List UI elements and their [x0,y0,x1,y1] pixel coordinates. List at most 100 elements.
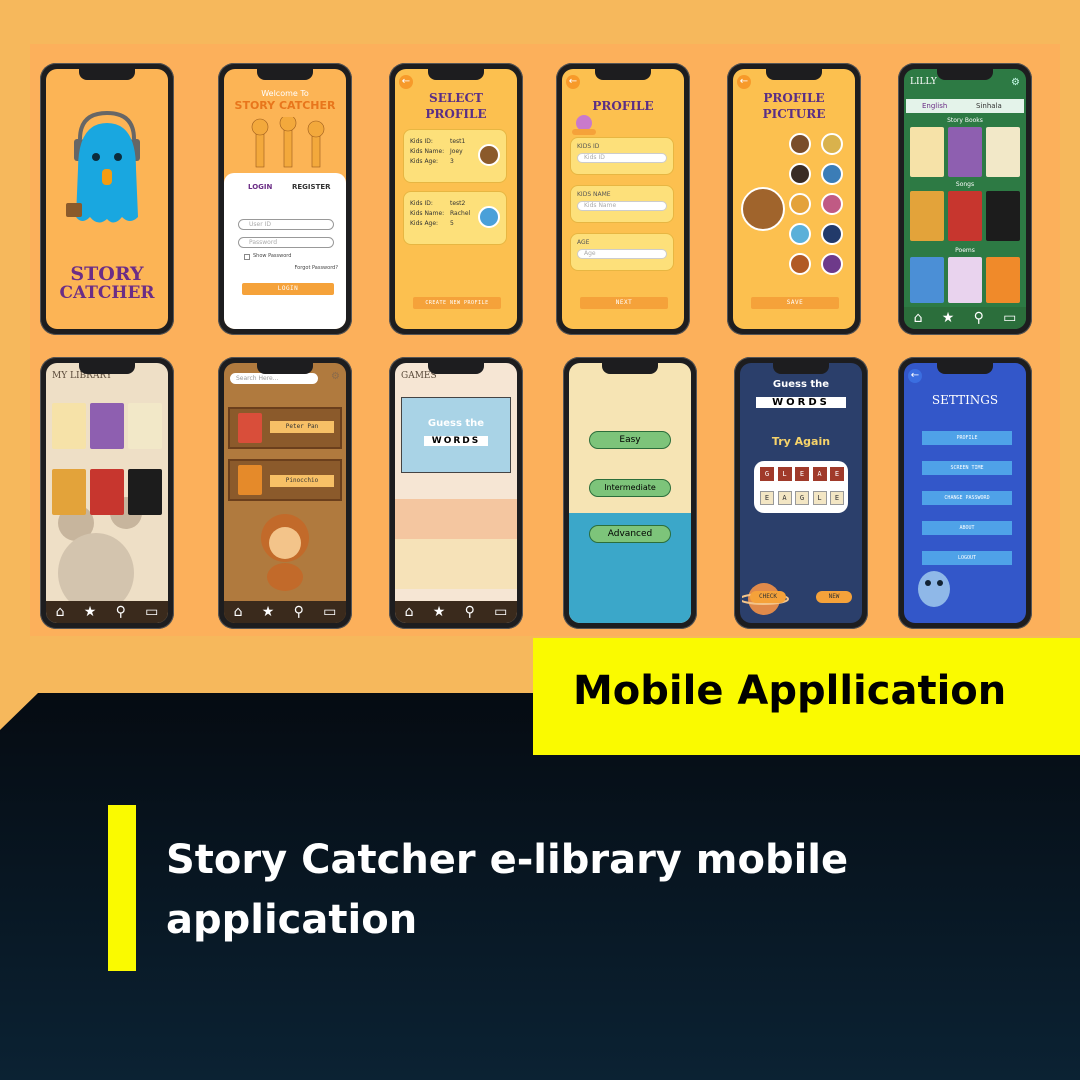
home-icon[interactable]: ⌂ [914,310,923,326]
age-card: AGE Age [570,233,674,271]
search-input[interactable]: Search Here... [230,373,318,384]
avatar-option[interactable] [789,163,811,185]
star-icon[interactable]: ★ [433,604,446,620]
section-poems: Poems [955,247,975,254]
answer-tile[interactable]: E [830,491,844,505]
avatar-option[interactable] [821,253,843,275]
book-cover[interactable] [986,257,1020,303]
avatar-option[interactable] [789,133,811,155]
age-input[interactable]: Age [577,249,667,259]
advanced-button[interactable]: Advanced [589,525,671,543]
book-cover[interactable] [90,469,124,515]
star-icon[interactable]: ★ [84,604,97,620]
avatar-option[interactable] [821,193,843,215]
book-title[interactable]: Peter Pan [270,421,334,433]
book-cover[interactable] [948,191,982,241]
next-button[interactable]: NEXT [580,297,668,309]
gear-icon[interactable]: ⚙ [331,371,340,382]
search-icon[interactable]: ⚲ [116,604,126,620]
lang-sinhala[interactable]: Sinhala [976,102,1002,110]
book-cover[interactable] [986,127,1020,177]
settings-profile-button[interactable]: PROFILE [922,431,1012,445]
back-arrow-icon[interactable]: ← [399,75,413,89]
profile-card[interactable]: Kids ID: test1 Kids Name: Joey Kids Age: 3 [403,129,507,183]
guess-words-card[interactable]: Guess the WORDS [401,397,511,473]
home-icon[interactable]: ⌂ [234,604,243,620]
avatar-option[interactable] [789,253,811,275]
book-cover[interactable] [52,469,86,515]
book-cover[interactable] [948,257,982,303]
avatar-option[interactable] [821,163,843,185]
levels-screen: Easy Intermediate Advanced [569,363,691,623]
avatar-option[interactable] [789,193,811,215]
password-field[interactable]: Password [238,237,334,248]
profile-card[interactable]: Kids ID: test2 Kids Name: Rachel Kids Age:… [403,191,507,245]
intermediate-button[interactable]: Intermediate [589,479,671,497]
search-icon[interactable]: ⚲ [465,604,475,620]
answer-tile[interactable]: E [760,491,774,505]
avatar-option[interactable] [789,223,811,245]
letter-tile[interactable]: A [812,467,827,481]
kids-id-label: Kids ID: [410,138,433,145]
new-button[interactable]: NEW [816,591,852,603]
gamepad-icon[interactable]: ▭ [494,604,507,620]
select-profile-title-2: PROFILE [425,107,487,121]
star-icon[interactable]: ★ [942,310,955,326]
login-button[interactable]: LOGIN [242,283,334,295]
book-cover[interactable] [948,127,982,177]
show-password-checkbox[interactable] [244,254,250,260]
back-arrow-icon[interactable]: ← [737,75,751,89]
settings-screen-time-button[interactable]: SCREEN TIME [922,461,1012,475]
answer-tile[interactable]: G [795,491,809,505]
kids-name-input[interactable]: Kids Name [577,201,667,211]
avatar-option[interactable] [821,133,843,155]
forgot-password-link[interactable]: Forgot Password? [294,265,338,271]
book-cover[interactable] [128,403,162,449]
gamepad-icon[interactable]: ▭ [1003,310,1016,326]
tab-login[interactable]: LOGIN [248,183,272,191]
letter-tile[interactable]: L [777,467,792,481]
select-profile-title-1: SELECT [429,91,483,105]
book-cover[interactable] [986,191,1020,241]
book-cover[interactable] [128,469,162,515]
settings-change-password-button[interactable]: CHANGE PASSWORD [922,491,1012,505]
book-title[interactable]: Pinocchio [270,475,334,487]
gamepad-icon[interactable]: ▭ [323,604,336,620]
settings-about-button[interactable]: ABOUT [922,521,1012,535]
letter-tile[interactable]: E [795,467,809,481]
tab-register[interactable]: REGISTER [292,183,331,191]
search-icon[interactable]: ⚲ [974,310,984,326]
user-id-field[interactable]: User ID [238,219,334,230]
create-profile-button[interactable]: CREATE NEW PROFILE [413,297,501,309]
book-cover[interactable] [910,127,944,177]
home-icon[interactable]: ⌂ [405,604,414,620]
star-icon[interactable]: ★ [262,604,275,620]
letter-tile[interactable]: E [830,467,844,481]
profile-screen: ← PROFILE KIDS ID Kids ID KIDS NAME Kids… [562,69,684,329]
book-thumbnail[interactable] [238,413,262,443]
book-cover[interactable] [90,403,124,449]
book-cover[interactable] [910,257,944,303]
banner-title: Mobile Appllication [573,668,1007,714]
avatar [478,206,500,228]
answer-tile[interactable]: L [812,491,827,505]
search-icon[interactable]: ⚲ [294,604,304,620]
back-arrow-icon[interactable]: ← [566,75,580,89]
kids-id-input[interactable]: Kids ID [577,153,667,163]
avatar-option[interactable] [821,223,843,245]
easy-button[interactable]: Easy [589,431,671,449]
answer-tile[interactable]: A [777,491,792,505]
lang-english[interactable]: English [922,102,947,110]
user-name: LILLY [910,77,937,87]
kids-age-value: 5 [450,220,454,227]
letter-tile[interactable]: G [760,467,774,481]
book-cover[interactable] [910,191,944,241]
book-cover[interactable] [52,403,86,449]
book-thumbnail[interactable] [238,465,262,495]
gamepad-icon[interactable]: ▭ [145,604,158,620]
save-button[interactable]: SAVE [751,297,839,309]
gear-icon[interactable]: ⚙ [1011,77,1020,88]
check-button[interactable]: CHECK [750,591,786,603]
back-arrow-icon[interactable]: ← [908,369,922,383]
home-icon[interactable]: ⌂ [56,604,65,620]
